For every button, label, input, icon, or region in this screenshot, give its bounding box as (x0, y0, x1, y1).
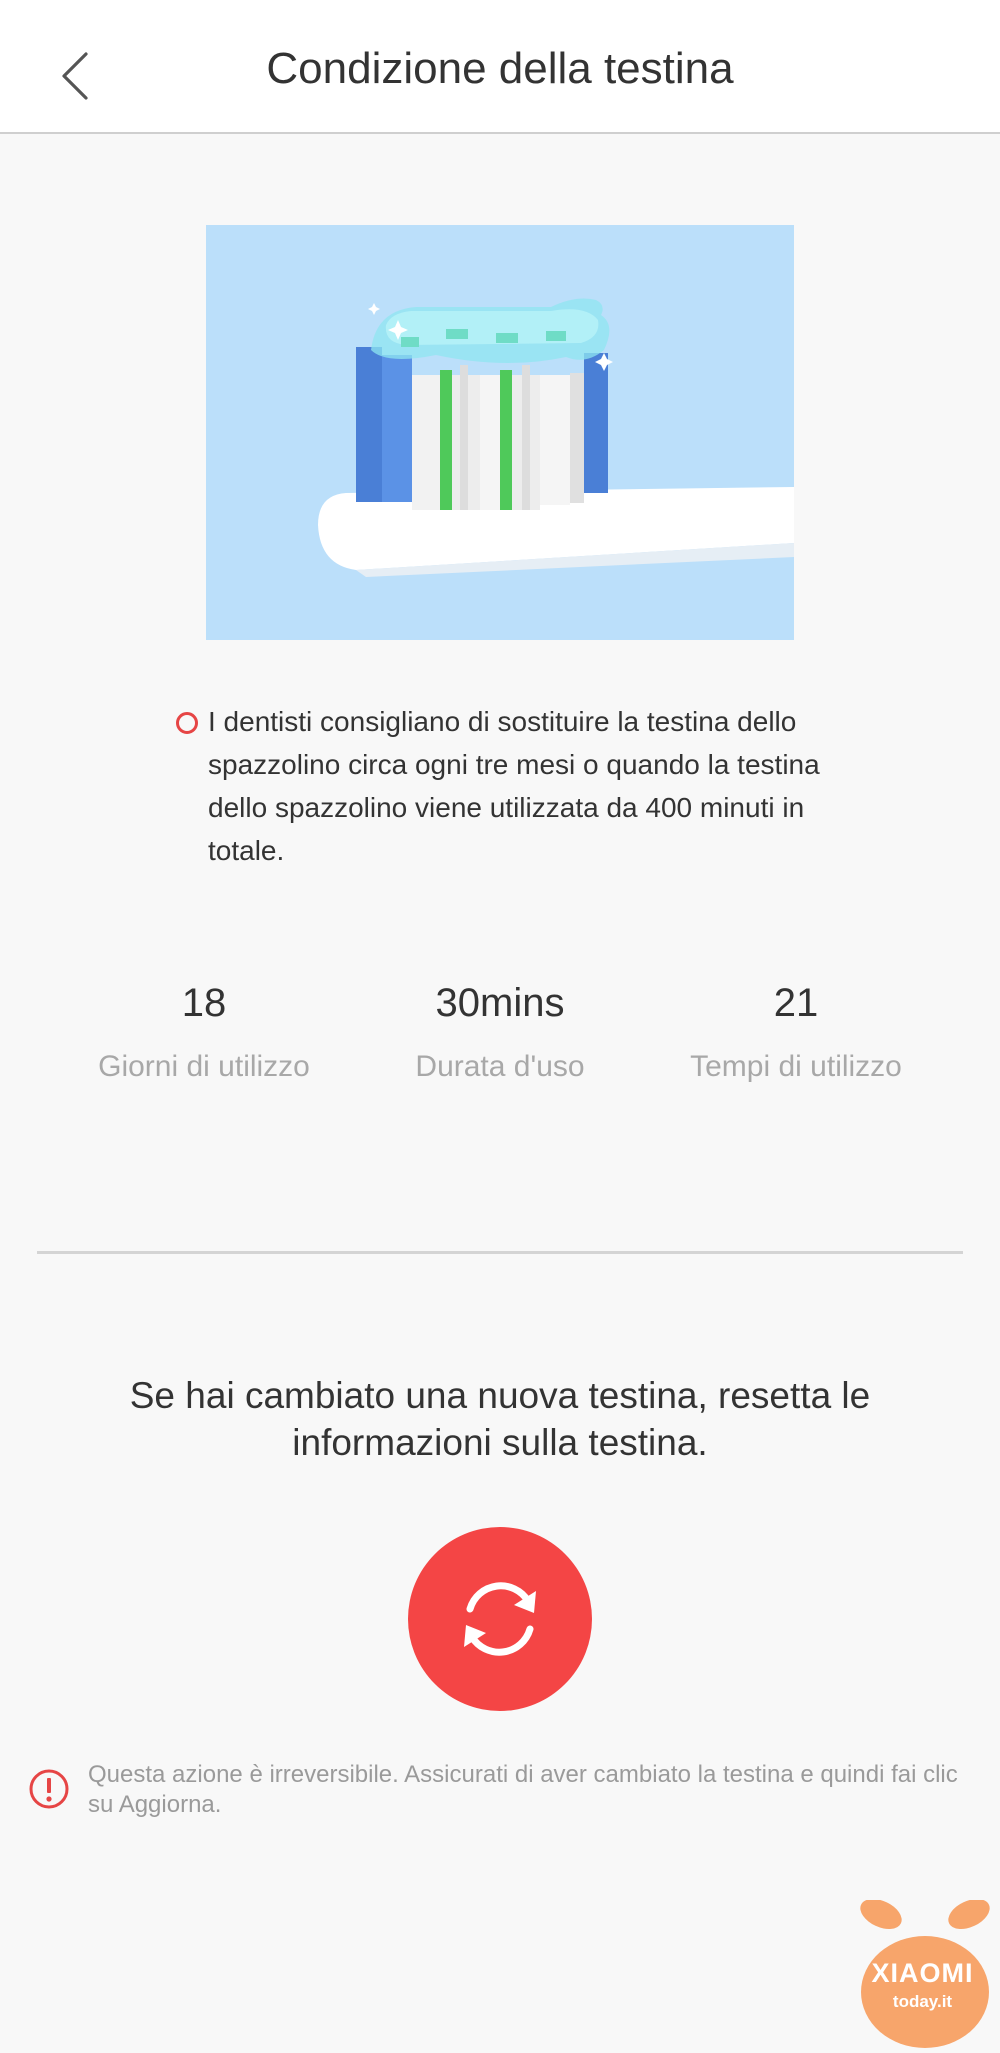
warning-text: Questa azione è irreversibile. Assicurat… (88, 1761, 958, 1818)
xiaomi-today-logo: XIAOMI today.it (845, 1898, 1000, 2048)
stat-label: Durata d'uso (415, 1050, 585, 1083)
watermark-site: today.it (892, 1992, 953, 2011)
stat-value: 18 (181, 981, 227, 1025)
info-circle-icon (176, 712, 198, 734)
reset-message: Se hai cambiato una nuova testina, reset… (129, 1375, 871, 1463)
stat-times-used: 21 Tempi di utilizzo (646, 975, 946, 1087)
divider (37, 1251, 963, 1254)
watermark-brand: XIAOMI (871, 1958, 974, 1988)
stat-value: 21 (773, 981, 819, 1025)
stat-label: Giorni di utilizzo (98, 1050, 310, 1083)
warning-icon (29, 1769, 69, 1809)
stat-value: 30mins (435, 981, 565, 1025)
toothbrush-head-illustration (206, 225, 794, 640)
refresh-icon (464, 1582, 536, 1656)
stat-label: Tempi di utilizzo (690, 1050, 902, 1083)
tip-text: I dentisti consigliano di sostituire la … (208, 706, 820, 866)
page-title: Condizione della testina (266, 44, 734, 93)
top-bar: Condizione della testina (0, 0, 1000, 134)
reset-button[interactable] (408, 1527, 592, 1711)
stat-days-used: 18 Giorni di utilizzo (54, 975, 354, 1087)
stat-usage-duration: 30mins Durata d'uso (350, 975, 650, 1087)
